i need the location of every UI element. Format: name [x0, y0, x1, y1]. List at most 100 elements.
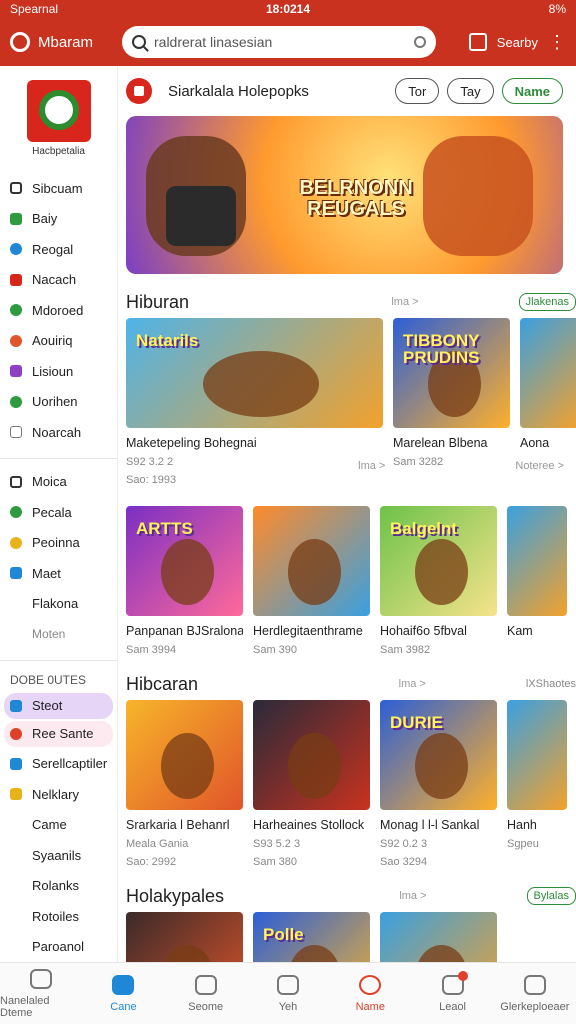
game-card[interactable]	[380, 912, 497, 962]
game-card[interactable]	[126, 912, 243, 962]
search-action-button[interactable]: Searby	[497, 35, 538, 50]
game-thumbnail[interactable]	[507, 506, 567, 616]
game-card[interactable]: Harheaines Stollock S93 5.2 3 Sam 380	[253, 700, 370, 868]
nav-item[interactable]: Leaol	[411, 963, 493, 1024]
section-badge[interactable]: Bylalas	[526, 887, 576, 905]
sidebar-item[interactable]: Reogal	[0, 234, 117, 265]
home-icon	[30, 968, 53, 989]
sidebar-item[interactable]: Lisioun	[0, 356, 117, 387]
sidebar-item[interactable]: Mdoroed	[0, 295, 117, 326]
game-card[interactable]: ARTTS Panpanan BJSralona Sam 3994	[126, 506, 243, 656]
sidebar-item[interactable]: Paroanol	[0, 932, 117, 963]
game-thumbnail[interactable]: Natarils	[126, 318, 383, 428]
sidebar-item[interactable]: Nelklary	[0, 779, 117, 810]
game-rating: Sao: 1993	[126, 474, 177, 486]
character-art	[161, 945, 214, 962]
sidebar-item[interactable]: Rolanks	[0, 871, 117, 902]
brand-logo[interactable]	[26, 80, 91, 142]
nav-item[interactable]: Name	[329, 963, 411, 1024]
nav-item-label: Nanelaled Dteme	[0, 994, 50, 1019]
game-thumbnail[interactable]: ARTTS	[126, 506, 243, 616]
game-thumbnail[interactable]: Balgelnt	[380, 506, 497, 616]
flame-icon	[10, 334, 22, 347]
blank-icon	[10, 849, 22, 861]
see-more-link[interactable]: lma >	[399, 678, 426, 690]
row-badge[interactable]: Noteree >	[515, 460, 564, 474]
square-icon	[10, 567, 22, 580]
app-logo[interactable]: Mbaram	[10, 32, 122, 52]
nav-item[interactable]: Seome	[165, 963, 247, 1024]
sidebar-item[interactable]: Flakona	[0, 589, 117, 620]
see-more-link[interactable]: lma >	[358, 460, 385, 474]
chip-tay[interactable]: Tay	[447, 78, 494, 104]
gamepad-icon	[523, 974, 546, 995]
chip-tor[interactable]: Tor	[395, 78, 440, 104]
nav-item[interactable]: Yeh	[247, 963, 329, 1024]
nav-item[interactable]: Nanelaled Dteme	[0, 963, 82, 1024]
sidebar-item[interactable]: Steot	[4, 692, 113, 719]
sidebar-item[interactable]: Serellcaptiler	[0, 749, 117, 780]
bag-icon[interactable]	[468, 33, 487, 51]
game-thumbnail[interactable]	[253, 700, 370, 810]
game-meta: S93 5.2 3	[253, 838, 301, 850]
sidebar-item[interactable]: Ree Sante	[4, 720, 113, 747]
search-input[interactable]: raldrerat linasesian	[122, 26, 436, 58]
sidebar-item[interactable]: Pecala	[0, 497, 117, 528]
sidebar-item[interactable]: Nacach	[0, 265, 117, 296]
featured-banner[interactable]: BELRNONN REUGALS	[126, 116, 563, 274]
chip-name[interactable]: Name	[501, 78, 563, 104]
thumbnail-title: Balgelnt	[390, 519, 458, 538]
featured-logo-icon	[126, 78, 152, 104]
sidebar-item-label: Nelklary	[32, 786, 79, 802]
sidebar-item[interactable]: Rotoiles	[0, 901, 117, 932]
game-title: Hanh	[507, 818, 537, 832]
nav-item-label: Cane	[110, 1000, 137, 1013]
game-meta: S92 0.2 3	[380, 838, 428, 850]
square-icon	[10, 475, 22, 488]
sidebar-item[interactable]: Peoinna	[0, 528, 117, 559]
sidebar-item[interactable]: Moten	[0, 619, 117, 650]
card-row: Srarkaria l Behanrl Meala Gania Sao: 2992 H…	[126, 700, 576, 868]
game-meta: Sam 3982	[380, 644, 431, 656]
nav-item[interactable]: Cane	[82, 963, 164, 1024]
character-art	[288, 945, 341, 962]
game-card-peek[interactable]: Hanh Sgpeu	[507, 700, 567, 868]
clock: 18:0214	[265, 2, 311, 16]
game-card[interactable]: Polle	[253, 912, 370, 962]
sidebar-item[interactable]: Maet	[0, 558, 117, 589]
voice-search-icon[interactable]	[414, 36, 426, 48]
game-thumbnail[interactable]: TIBBONY PRUDINS	[393, 318, 510, 428]
game-thumbnail[interactable]	[126, 700, 243, 810]
game-thumbnail[interactable]: DURIE	[380, 700, 497, 810]
game-card[interactable]: Herdlegitaenthrame Sam 390	[253, 506, 370, 656]
see-more-link[interactable]: lma >	[391, 296, 418, 308]
sidebar-item[interactable]: Aouiriq	[0, 326, 117, 357]
game-card-peek[interactable]: Kam	[507, 506, 567, 656]
sidebar-item[interactable]: Noarcah	[0, 417, 117, 448]
search-placeholder: raldrerat linasesian	[154, 34, 273, 50]
game-card[interactable]: DURIE Monag l l-l Sankal S92 0.2 3 Sao 3294	[380, 700, 497, 868]
see-more-link[interactable]: lma >	[399, 890, 426, 902]
game-thumbnail[interactable]	[507, 700, 567, 810]
game-card[interactable]: Srarkaria l Behanrl Meala Gania Sao: 2992	[126, 700, 243, 868]
nav-item[interactable]: Glerkeploeaer	[494, 963, 576, 1024]
game-thumbnail[interactable]: Polle	[253, 912, 370, 962]
sidebar-item[interactable]: Syaanils	[0, 840, 117, 871]
more-menu-icon[interactable]: ⋮	[548, 33, 566, 51]
puzzle-icon	[10, 365, 22, 378]
game-thumbnail[interactable]	[520, 318, 576, 428]
section-title: Holakypales	[126, 885, 225, 906]
blank-icon	[10, 628, 22, 640]
game-thumbnail[interactable]	[380, 912, 497, 962]
row-footer: lma > Noteree >	[126, 460, 564, 474]
game-card[interactable]: Balgelnt Hohaif6o 5fbval Sam 3982	[380, 506, 497, 656]
section-badge[interactable]: Jlakenas	[518, 293, 576, 311]
sidebar-item[interactable]: Uorihen	[0, 387, 117, 418]
sidebar-item[interactable]: Came	[0, 810, 117, 841]
game-thumbnail[interactable]	[126, 912, 243, 962]
sidebar-item[interactable]: Sibcuam	[0, 173, 117, 204]
section-badge[interactable]: lXShaotes	[526, 678, 576, 690]
sidebar-item[interactable]: Baiy	[0, 204, 117, 235]
game-thumbnail[interactable]	[253, 506, 370, 616]
sidebar-item[interactable]: Moica	[0, 467, 117, 498]
